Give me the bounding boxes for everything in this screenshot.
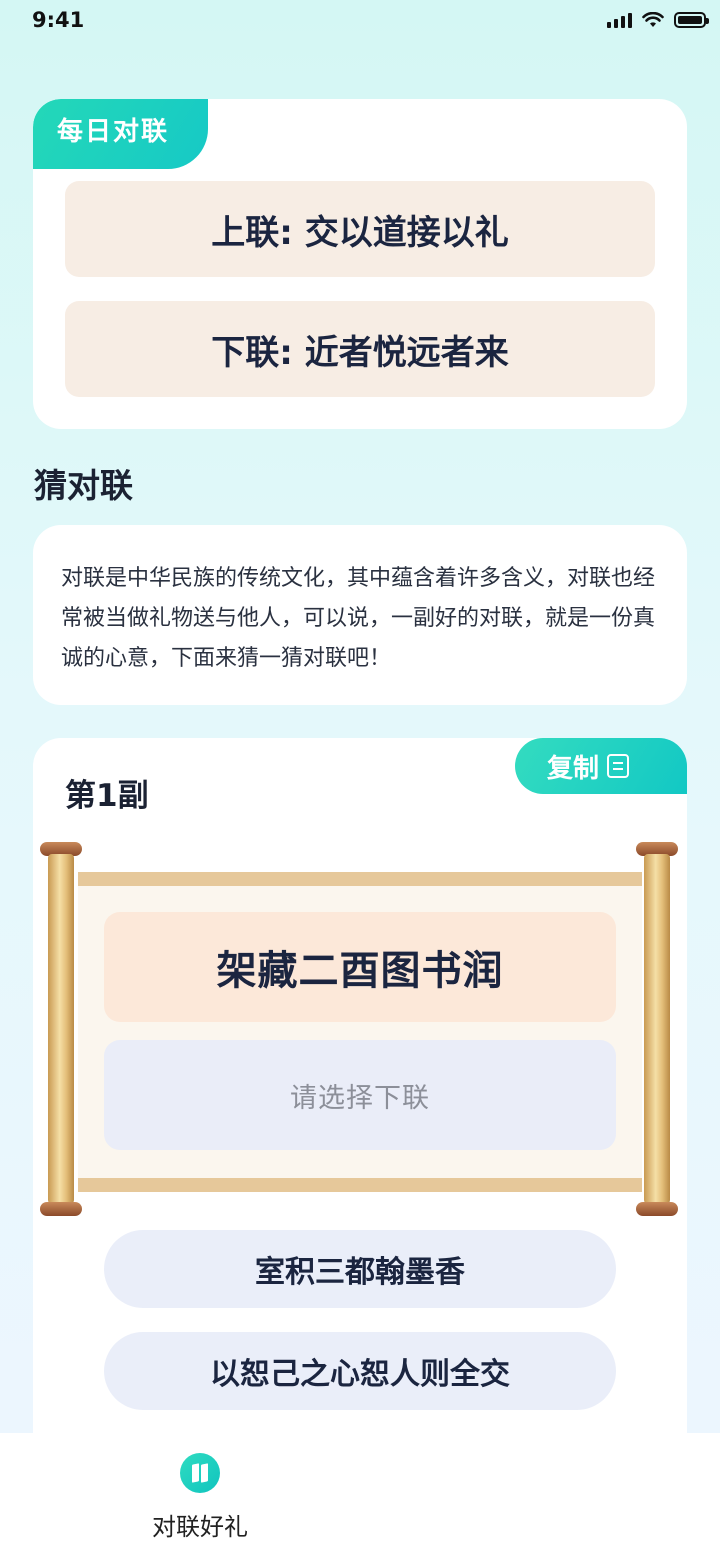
copy-button[interactable]: 复制 [515, 738, 687, 794]
intro-card: 对联是中华民族的传统文化，其中蕴含着许多含义，对联也经常被当做礼物送与他人，可以… [33, 525, 687, 705]
daily-couplet-card: 每日对联 上联: 交以道接以礼 下联: 近者悦远者来 [33, 99, 687, 429]
daily-couplet-tag: 每日对联 [33, 99, 208, 169]
scroll-rod-right [636, 842, 678, 1216]
status-bar: 9:41 [0, 0, 720, 44]
tab-label: 对联好礼 [152, 1513, 248, 1541]
puzzle-title: 第1副 [65, 778, 149, 814]
daily-upper-line: 上联: 交以道接以礼 [65, 181, 655, 277]
scroll-frame [40, 842, 680, 1220]
copy-icon [607, 754, 630, 778]
cellular-signal-icon [607, 12, 632, 28]
status-time: 9:41 [32, 8, 85, 32]
tab-bar: 对联好礼 [0, 1433, 720, 1560]
scroll-rod-left [40, 842, 82, 1216]
intro-text: 对联是中华民族的传统文化，其中蕴含着许多含义，对联也经常被当做礼物送与他人，可以… [61, 566, 656, 671]
daily-lower-line: 下联: 近者悦远者来 [65, 301, 655, 397]
copy-label: 复制 [547, 753, 600, 784]
section-title: 猜对联 [34, 466, 133, 505]
puzzle-upper-line: 架藏二酉图书润 [104, 912, 616, 1022]
lower-line-slot[interactable]: 请选择下联 [104, 1040, 616, 1150]
answer-option-2[interactable]: 以恕己之心恕人则全交 [104, 1332, 616, 1410]
tab-couplet-gift[interactable]: 对联好礼 [130, 1453, 270, 1542]
couplet-book-icon [180, 1453, 220, 1493]
wifi-icon [642, 12, 664, 27]
answer-option-1[interactable]: 室积三都翰墨香 [104, 1230, 616, 1308]
status-icons [607, 12, 709, 28]
battery-icon [674, 12, 709, 28]
